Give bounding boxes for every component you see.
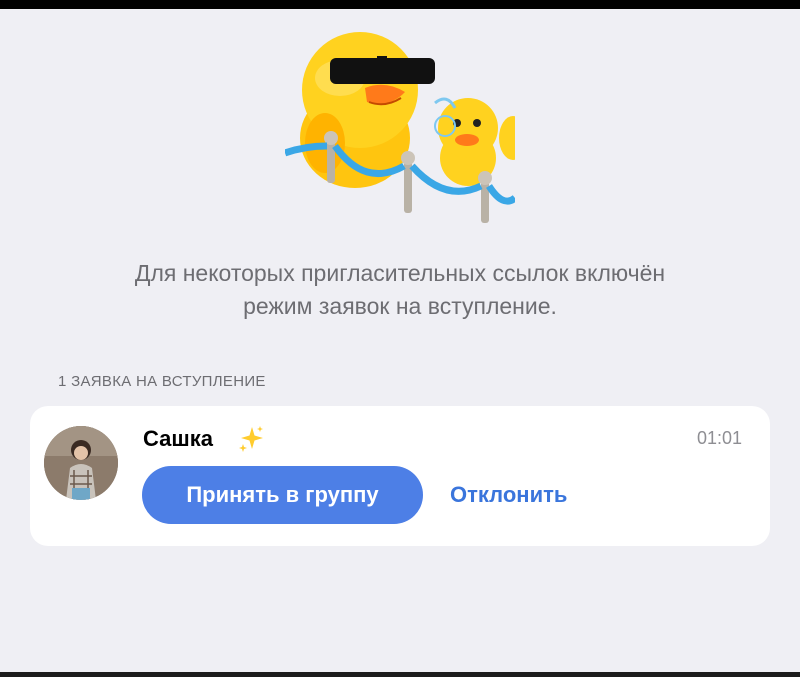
invite-info-text: Для некоторых пригласительных ссылок вкл…: [60, 257, 740, 323]
top-edge-bar: [0, 0, 800, 9]
sparkles-icon: [239, 426, 263, 452]
duck-sticker-icon: [285, 32, 515, 223]
join-request-card: Сашка 01:01 Принять в группу Отклонить: [30, 406, 770, 546]
decline-button[interactable]: Отклонить: [450, 466, 567, 524]
info-line-1: Для некоторых пригласительных ссылок вкл…: [134, 260, 666, 286]
requester-name: Сашка: [143, 426, 213, 451]
requests-section-header: 1 ЗАЯВКА НА ВСТУПЛЕНИЕ: [58, 373, 266, 390]
request-time: 01:01: [696, 428, 742, 448]
avatar[interactable]: [44, 426, 118, 500]
bottom-edge-bar: [0, 672, 800, 677]
accept-button[interactable]: Принять в группу: [142, 466, 423, 524]
avatar-photo: [44, 426, 118, 500]
info-line-2: режим заявок на вступление.: [243, 293, 557, 319]
